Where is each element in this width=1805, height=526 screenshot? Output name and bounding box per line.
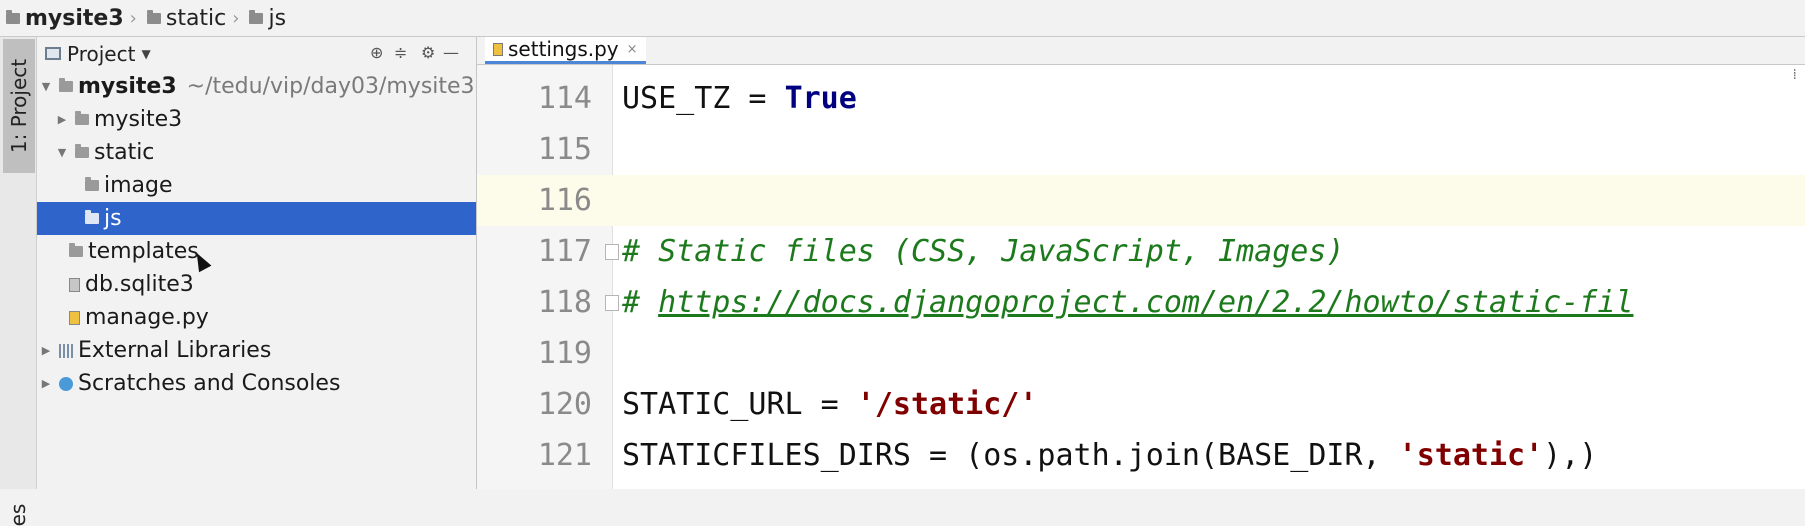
comment-text: # https://docs.djangoproject.com/en/2.2/…: [622, 285, 1634, 320]
database-file-icon: [69, 277, 80, 292]
breadcrumb-root-label: mysite3: [25, 5, 124, 31]
breadcrumb-js-label: js: [268, 5, 287, 31]
chevron-down-icon[interactable]: ▼: [141, 47, 150, 61]
tree-item-manage-py[interactable]: manage.py: [37, 301, 476, 334]
tree-item-label: External Libraries: [78, 338, 272, 363]
tree-item-label: templates: [88, 239, 199, 264]
folder-icon: [85, 210, 99, 224]
tree-item-static[interactable]: ▼ static: [37, 136, 476, 169]
expanded-arrow-icon[interactable]: ▼: [55, 146, 69, 159]
line-number: 118: [537, 285, 592, 320]
project-tool-window-tab[interactable]: 1: Project: [3, 39, 35, 173]
tree-item-image[interactable]: image: [37, 169, 476, 202]
tree-item-label: manage.py: [85, 305, 209, 330]
collapsed-arrow-icon[interactable]: ▶: [39, 344, 53, 357]
folder-icon: [59, 78, 73, 92]
code-text: STATICFILES_DIRS = (os.path.join(BASE_DI…: [622, 438, 1598, 473]
tree-item-mysite3[interactable]: ▶ mysite3: [37, 103, 476, 136]
editor-tab-bar: settings.py ×: [477, 37, 1805, 65]
line-number: 114: [537, 81, 592, 116]
tree-item-root[interactable]: ▼ mysite3 ~/tedu/vip/day03/mysite3: [37, 70, 476, 103]
tree-item-templates[interactable]: templates: [37, 235, 476, 268]
code-line-118[interactable]: 118 # https://docs.djangoproject.com/en/…: [477, 277, 1805, 328]
fold-marker-icon[interactable]: [605, 244, 619, 260]
tree-root-path: ~/tedu/vip/day03/mysite3: [186, 74, 475, 99]
folder-icon: [69, 243, 83, 257]
folder-icon: [6, 9, 20, 24]
navigation-bar: mysite3 › static › js: [0, 0, 1805, 37]
fold-marker-icon[interactable]: [605, 295, 619, 311]
tree-item-label: image: [104, 173, 173, 198]
project-tree: ▼ mysite3 ~/tedu/vip/day03/mysite3 ▶ mys…: [37, 70, 476, 400]
line-number: 120: [537, 387, 592, 422]
code-line-119[interactable]: 119: [477, 328, 1805, 379]
project-panel-header: Project ▼ ⊕ ≑ ⚙ —: [37, 37, 476, 70]
tree-item-label: static: [94, 140, 155, 165]
line-number: 121: [537, 438, 592, 473]
gear-icon[interactable]: ⚙: [421, 43, 435, 62]
folder-icon: [75, 144, 89, 158]
breadcrumb-separator: ›: [129, 7, 137, 29]
folder-icon: [85, 177, 99, 191]
breadcrumb-root[interactable]: mysite3 ›: [0, 6, 137, 31]
hide-icon[interactable]: —: [443, 43, 459, 62]
tree-item-label: Scratches and Consoles: [78, 371, 341, 396]
collapse-all-icon[interactable]: ≑: [394, 43, 407, 62]
code-text: USE_TZ = True: [622, 81, 857, 116]
folder-icon: [146, 9, 161, 24]
folder-icon: [75, 111, 89, 125]
code-text: STATIC_URL = '/static/': [622, 387, 1038, 422]
collapsed-arrow-icon[interactable]: ▶: [39, 377, 53, 390]
tree-item-js[interactable]: js: [37, 202, 476, 235]
tab-label: settings.py: [508, 37, 619, 61]
code-line-116-caret[interactable]: 116: [477, 175, 1805, 226]
expanded-arrow-icon[interactable]: ▼: [39, 80, 53, 93]
code-line-114[interactable]: 114 USE_TZ = True: [477, 73, 1805, 124]
code-line-115[interactable]: 115: [477, 124, 1805, 175]
comment-link[interactable]: https://docs.djangoproject.com/en/2.2/ho…: [658, 285, 1633, 320]
code-line-117[interactable]: 117 # Static files (CSS, JavaScript, Ima…: [477, 226, 1805, 277]
line-number: 116: [537, 183, 592, 218]
project-panel-title[interactable]: Project: [67, 42, 135, 66]
comment-text: # Static files (CSS, JavaScript, Images): [622, 234, 1345, 269]
code-line-121[interactable]: 121 STATICFILES_DIRS = (os.path.join(BAS…: [477, 430, 1805, 481]
breadcrumb-static-label: static: [165, 5, 227, 31]
project-tool-window-label: 1: Project: [7, 58, 31, 154]
python-file-icon: [493, 42, 503, 56]
tree-item-external-libraries[interactable]: ▶ External Libraries: [37, 334, 476, 367]
line-number: 117: [537, 234, 592, 269]
locate-icon[interactable]: ⊕: [370, 43, 383, 62]
tree-item-label: js: [104, 206, 122, 231]
folder-icon: [249, 9, 264, 24]
breadcrumb-separator: ›: [232, 7, 240, 29]
keyword-token: True: [784, 81, 857, 116]
tool-window-strip: 1: Project es: [0, 37, 37, 526]
project-icon: [45, 47, 61, 60]
line-number: 115: [537, 132, 592, 167]
project-panel: Project ▼ ⊕ ≑ ⚙ — ▼ mysite3 ~/tedu/vip/d…: [37, 37, 477, 489]
code-line-120[interactable]: 120 STATIC_URL = '/static/': [477, 379, 1805, 430]
tab-settings-py[interactable]: settings.py ×: [485, 37, 646, 64]
string-token: 'static': [1398, 438, 1544, 473]
tree-item-label: mysite3: [94, 107, 183, 132]
python-file-icon: [69, 310, 80, 325]
tree-item-label: db.sqlite3: [85, 272, 194, 297]
tree-root-label: mysite3: [78, 74, 177, 99]
string-token: '/static/': [856, 387, 1038, 422]
breadcrumb-js[interactable]: js: [239, 6, 286, 31]
line-number: 119: [537, 336, 592, 371]
scratches-icon: [59, 376, 73, 391]
code-editor[interactable]: settings.py × ⁞ 114 USE_TZ = True 115 11…: [477, 37, 1805, 489]
breadcrumb-static[interactable]: static ›: [137, 5, 240, 31]
structure-tool-window-label[interactable]: es: [6, 504, 30, 526]
collapsed-arrow-icon[interactable]: ▶: [55, 113, 69, 126]
tree-item-db-sqlite3[interactable]: db.sqlite3: [37, 268, 476, 301]
library-icon: [59, 343, 73, 358]
tree-item-scratches[interactable]: ▶ Scratches and Consoles: [37, 367, 476, 400]
close-icon[interactable]: ×: [627, 42, 638, 57]
